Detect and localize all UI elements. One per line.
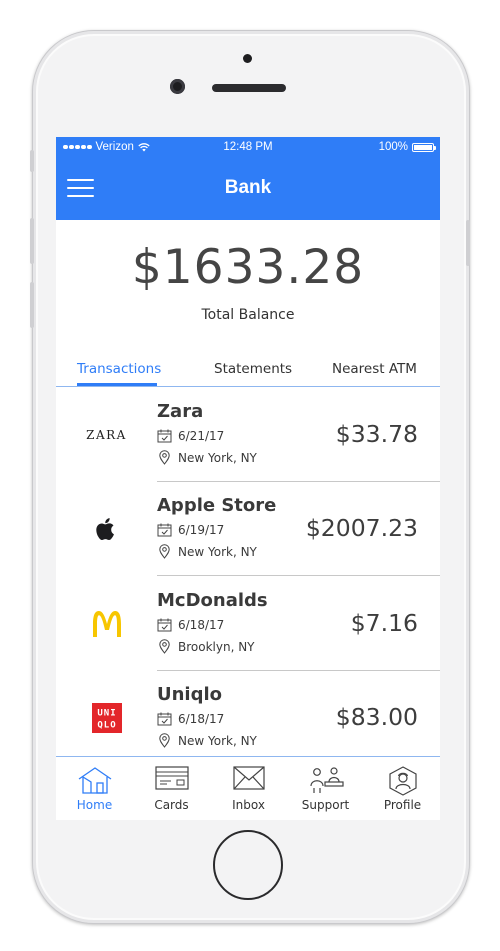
- calendar-icon: [157, 712, 172, 726]
- apple-logo: [56, 481, 157, 576]
- transaction-amount: $83.00: [335, 703, 418, 731]
- tab-support[interactable]: Support: [287, 757, 364, 820]
- status-bar: Verizon 12:48 PM 100%: [56, 137, 440, 159]
- tab-statements[interactable]: Statements: [214, 361, 292, 377]
- location-pin-icon: [159, 450, 170, 465]
- transaction-location: New York, NY: [157, 544, 257, 559]
- app-screen: Verizon 12:48 PM 100% Bank $1633.28 Tota…: [56, 137, 440, 820]
- merchant-name: Uniqlo: [157, 684, 223, 705]
- location-text: New York, NY: [178, 544, 257, 559]
- total-balance-label: Total Balance: [201, 307, 295, 323]
- volume-up-button: [30, 218, 34, 264]
- front-camera: [170, 79, 185, 94]
- transaction-location: Brooklyn, NY: [157, 639, 255, 654]
- transaction-amount: $2007.23: [305, 514, 418, 542]
- home-button[interactable]: [213, 830, 283, 900]
- svg-text:QLO: QLO: [97, 720, 116, 730]
- date-text: 6/18/17: [178, 618, 225, 632]
- page-title: Bank: [224, 177, 272, 198]
- date-text: 6/19/17: [178, 523, 225, 537]
- calendar-icon: [157, 618, 172, 632]
- transaction-date: 6/21/17: [157, 429, 224, 443]
- tab-inbox[interactable]: Inbox: [210, 757, 287, 820]
- transaction-date: 6/19/17: [157, 523, 224, 537]
- uniqlo-icon: UNI QLO: [91, 702, 122, 733]
- nav-bar: Bank: [56, 159, 440, 220]
- tab-nearest-atm[interactable]: Nearest ATM: [332, 361, 417, 377]
- transaction-date: 6/18/17: [157, 712, 224, 726]
- merchant-name: Apple Store: [157, 495, 277, 516]
- apple-icon: [95, 517, 114, 540]
- support-icon: [309, 767, 344, 793]
- transaction-date: 6/18/17: [157, 618, 224, 632]
- profile-icon: [388, 766, 417, 796]
- calendar-icon: [157, 523, 172, 537]
- location-text: Brooklyn, NY: [178, 639, 255, 654]
- tab-cards-label: Cards: [154, 798, 189, 812]
- tab-profile[interactable]: Profile: [364, 757, 440, 820]
- active-tab-indicator: [77, 383, 157, 386]
- golden-arches-icon: [92, 610, 121, 637]
- earpiece-speaker: [212, 84, 286, 92]
- volume-down-button: [30, 282, 34, 328]
- transaction-row[interactable]: UNI QLO Uniqlo 6/18/17 New York, NY $83.…: [56, 670, 440, 765]
- transaction-amount: $33.78: [335, 420, 418, 448]
- transaction-location: New York, NY: [157, 733, 257, 748]
- location-pin-icon: [159, 733, 170, 748]
- transaction-location: New York, NY: [157, 450, 257, 465]
- tab-inbox-label: Inbox: [232, 798, 265, 812]
- card-icon: [154, 766, 189, 790]
- mcdonalds-logo: [56, 576, 157, 671]
- svg-text:UNI: UNI: [97, 708, 116, 718]
- tab-transactions[interactable]: Transactions: [77, 361, 161, 377]
- merchant-name: Zara: [157, 401, 204, 422]
- calendar-icon: [157, 429, 172, 443]
- mute-switch: [30, 150, 34, 172]
- zara-logo: ZARA: [56, 387, 157, 482]
- battery-percent: 100%: [378, 141, 408, 153]
- transaction-amount: $7.16: [350, 609, 418, 637]
- envelope-icon: [232, 766, 265, 790]
- battery-icon: [412, 142, 436, 152]
- tab-cards[interactable]: Cards: [133, 757, 210, 820]
- total-balance-amount: $1633.28: [131, 240, 365, 295]
- location-text: New York, NY: [178, 450, 257, 465]
- tab-home[interactable]: Home: [56, 757, 133, 820]
- location-pin-icon: [159, 639, 170, 654]
- segment-tabs: Transactions Statements Nearest ATM: [56, 356, 440, 387]
- tab-home-label: Home: [76, 798, 113, 812]
- zara-logo-text: ZARA: [86, 427, 127, 442]
- tab-profile-label: Profile: [383, 798, 422, 812]
- merchant-name: McDonalds: [157, 590, 268, 611]
- top-sensor: [243, 54, 252, 63]
- uniqlo-logo: UNI QLO: [56, 670, 157, 765]
- transaction-row[interactable]: ZARA Zara 6/21/17 New York, NY $33.78: [56, 387, 440, 482]
- bottom-tab-bar: Home Cards Inbox Support Profile: [56, 756, 440, 820]
- tab-support-label: Support: [301, 798, 350, 812]
- transaction-row[interactable]: Apple Store 6/19/17 New York, NY $2007.2…: [56, 481, 440, 576]
- location-pin-icon: [159, 544, 170, 559]
- location-text: New York, NY: [178, 733, 257, 748]
- date-text: 6/21/17: [178, 429, 225, 443]
- transaction-row[interactable]: McDonalds 6/18/17 Brooklyn, NY $7.16: [56, 576, 440, 671]
- date-text: 6/18/17: [178, 712, 225, 726]
- power-button: [466, 220, 470, 266]
- home-icon: [78, 767, 111, 794]
